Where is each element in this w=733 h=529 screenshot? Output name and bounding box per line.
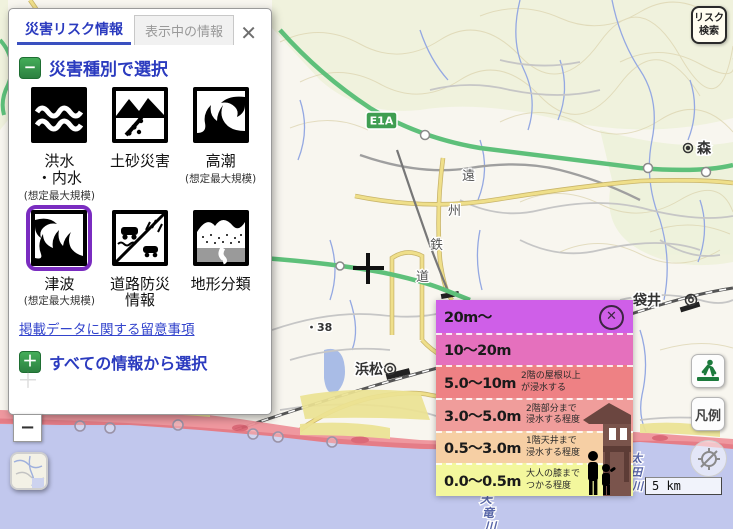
map-label-fukuroi: 袋井 (632, 292, 661, 309)
disaster-type-road-info[interactable]: 道路防災 情報 (100, 205, 181, 311)
map-label-hamamatsu: 浜松 (355, 361, 383, 378)
legend-row: 5.0～10m 2階の屋根以上 が浸水する (436, 365, 633, 398)
disaster-type-grid: 洪水 ・内水 (想定最大規模) 土砂災害 (19, 82, 261, 310)
all-info-section-title: すべての情報から選択 (49, 350, 207, 374)
evacuation-person-icon (695, 358, 721, 384)
svg-text:E1A: E1A (370, 115, 394, 128)
road-disaster-icon (112, 210, 168, 266)
panel-content: − 災害種別で選択 洪水 ・内水 (想定最大規模) (9, 45, 271, 409)
tab-disaster-risk-info[interactable]: 災害リスク情報 (17, 15, 131, 45)
disaster-type-landform[interactable]: 地形分類 (180, 205, 261, 311)
svg-text:川: 川 (483, 520, 498, 529)
collapse-section-icon[interactable]: − (19, 57, 41, 79)
legend-close-icon[interactable]: ✕ (599, 305, 624, 330)
legend-toggle-button[interactable]: 凡例 (691, 397, 725, 431)
data-notes-link[interactable]: 掲載データに関する留意事項 (19, 322, 195, 338)
landform-icon (193, 210, 249, 266)
map-label-mori: 森 (697, 140, 712, 157)
disaster-type-tsunami[interactable]: 津波 (想定最大規模) (19, 205, 100, 311)
svg-text:州: 州 (448, 204, 461, 219)
zoom-out-button[interactable]: − (13, 414, 42, 442)
landslide-icon (112, 87, 168, 143)
svg-text:遠: 遠 (462, 169, 475, 184)
panel-tabbar: 災害リスク情報 表示中の情報 ✕ (9, 9, 271, 45)
expressway-badge: E1A (366, 112, 397, 129)
risk-search-button[interactable]: リスク 検索 (691, 6, 727, 44)
current-location-button[interactable] (690, 440, 727, 477)
spot-elevation-label: ・38 (306, 321, 332, 334)
legend-row: 20m～ ✕ (436, 300, 633, 333)
disaster-section-title: 災害種別で選択 (49, 55, 168, 80)
legend-row: 10～20m (436, 333, 633, 366)
overview-map-button[interactable] (10, 452, 48, 490)
map-scale-bar: 5 km (645, 477, 722, 495)
tsunami-icon (31, 210, 87, 266)
svg-text:川: 川 (631, 480, 645, 493)
zoom-in-button-behind-panel: ＋ (17, 363, 39, 395)
overview-map-thumbnail (12, 454, 46, 488)
panel-close-icon[interactable]: ✕ (234, 21, 263, 45)
disaster-type-storm-surge[interactable]: 高潮 (想定最大規模) (180, 82, 261, 203)
location-disabled-icon (697, 447, 721, 471)
house-depth-illustration (583, 398, 631, 496)
disaster-risk-panel: 災害リスク情報 表示中の情報 ✕ − 災害種別で選択 洪水 ・内水 (8, 8, 272, 415)
svg-text:鉄: 鉄 (430, 238, 443, 253)
storm-surge-icon (193, 87, 249, 143)
disaster-type-landslide[interactable]: 土砂災害 (100, 82, 181, 203)
tsunami-depth-legend: 20m～ ✕ 10～20m 5.0～10m 2階の屋根以上 が浸水する 3.0～… (436, 300, 633, 496)
disaster-type-flood[interactable]: 洪水 ・内水 (想定最大規模) (19, 82, 100, 203)
flood-icon (31, 87, 87, 143)
evacuation-sites-button[interactable] (691, 354, 725, 388)
tab-displayed-info[interactable]: 表示中の情報 (134, 15, 234, 45)
svg-text:竜: 竜 (482, 506, 496, 520)
svg-text:道: 道 (416, 270, 429, 285)
hazard-map-app: E1A 森 袋井 浜松 ・38 遠 州 鉄 道 太 田 川 天 竜 川 (0, 0, 733, 529)
